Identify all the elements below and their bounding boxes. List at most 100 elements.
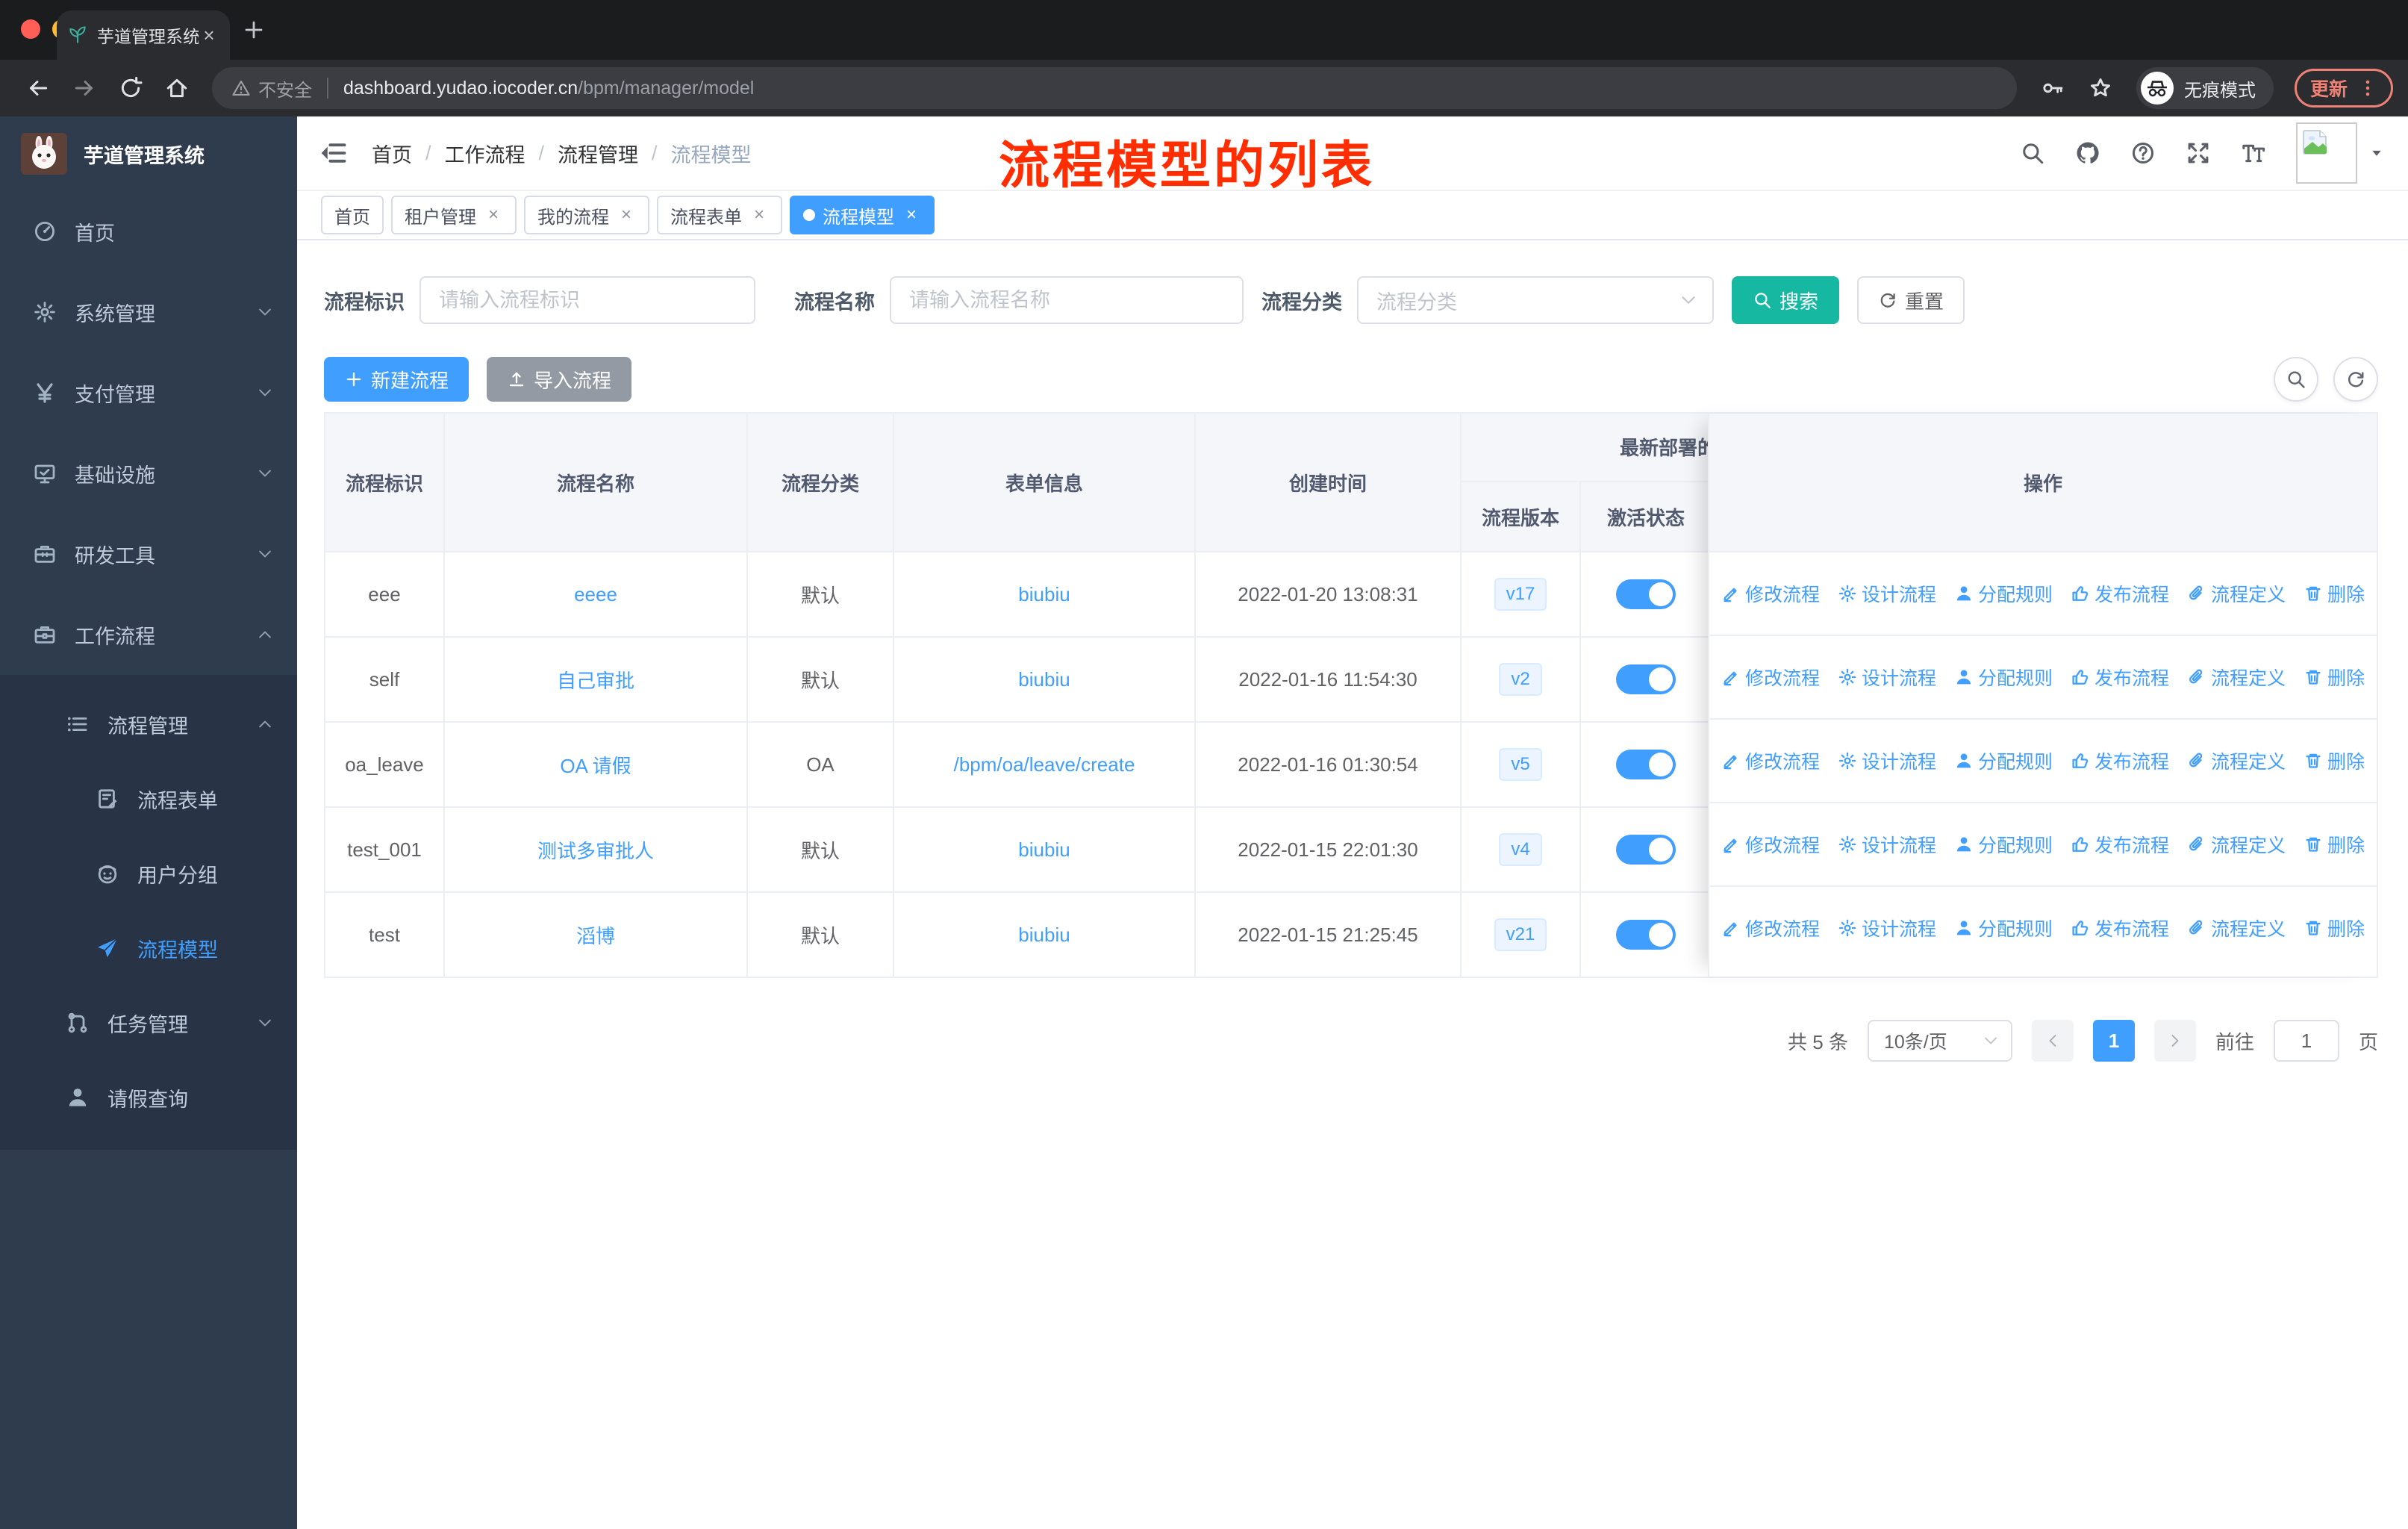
header-search-button[interactable] [2020, 140, 2045, 166]
tag-close-icon[interactable]: × [902, 205, 921, 225]
model-name-link[interactable]: eeee [574, 583, 617, 606]
goto-page-input[interactable] [2273, 1020, 2339, 1062]
search-button[interactable]: 搜索 [1732, 276, 1839, 324]
prev-page-button[interactable] [2031, 1020, 2074, 1062]
form-link[interactable]: biubiu [1018, 924, 1070, 947]
sidebar-item-首页[interactable]: 首页 [0, 191, 297, 272]
tag-close-icon[interactable]: × [484, 205, 503, 225]
sidebar-item-系统管理[interactable]: 系统管理 [0, 272, 297, 352]
model-name-link[interactable]: 测试多审批人 [537, 836, 654, 864]
version-badge[interactable]: v21 [1494, 918, 1547, 951]
active-toggle[interactable] [1616, 750, 1676, 779]
version-badge[interactable]: v5 [1499, 748, 1542, 781]
tag-close-icon[interactable]: × [749, 205, 769, 225]
breadcrumb-item[interactable]: 流程管理 [558, 139, 638, 168]
sidebar-item-基础设施[interactable]: 基础设施 [0, 433, 297, 514]
version-badge[interactable]: v17 [1494, 578, 1547, 611]
form-link[interactable]: biubiu [1018, 838, 1070, 862]
sidebar-item-任务管理[interactable]: 任务管理 [0, 985, 297, 1060]
browser-tab[interactable]: 芋道管理系统 × [57, 10, 230, 60]
collapse-sidebar-button[interactable] [321, 140, 348, 166]
op-修改流程[interactable]: 修改流程 [1721, 831, 1820, 858]
reset-button[interactable]: 重置 [1857, 276, 1965, 324]
form-link[interactable]: biubiu [1018, 668, 1070, 691]
op-分配规则[interactable]: 分配规则 [1954, 831, 2053, 858]
fullscreen-button[interactable] [2186, 140, 2211, 166]
browser-menu-button[interactable] [2358, 78, 2377, 98]
op-删除[interactable]: 删除 [2303, 831, 2365, 858]
op-修改流程[interactable]: 修改流程 [1721, 580, 1820, 607]
close-window-button[interactable] [21, 19, 40, 39]
form-link[interactable]: /bpm/oa/leave/create [954, 753, 1135, 776]
tag-流程模型[interactable]: 流程模型 × [790, 196, 935, 234]
op-流程定义[interactable]: 流程定义 [2187, 580, 2286, 607]
op-流程定义[interactable]: 流程定义 [2187, 747, 2286, 774]
import-model-button[interactable]: 导入流程 [487, 357, 631, 402]
tag-首页[interactable]: 首页 [321, 196, 384, 234]
font-size-button[interactable] [2241, 140, 2266, 166]
op-设计流程[interactable]: 设计流程 [1838, 580, 1936, 607]
op-分配规则[interactable]: 分配规则 [1954, 915, 2053, 941]
bookmark-button[interactable] [2089, 76, 2112, 100]
op-修改流程[interactable]: 修改流程 [1721, 915, 1820, 941]
op-设计流程[interactable]: 设计流程 [1838, 915, 1936, 941]
tag-close-icon[interactable]: × [617, 205, 636, 225]
breadcrumb-item[interactable]: 工作流程 [445, 139, 525, 168]
address-bar[interactable]: 不安全 dashboard.yudao.iocoder.cn /bpm/mana… [212, 67, 2017, 109]
sidebar-item-流程表单[interactable]: 流程表单 [0, 762, 297, 836]
op-流程定义[interactable]: 流程定义 [2187, 915, 2286, 941]
user-menu-caret-icon[interactable] [2369, 146, 2384, 161]
version-badge[interactable]: v2 [1499, 663, 1542, 696]
reload-button[interactable] [118, 75, 143, 101]
op-分配规则[interactable]: 分配规则 [1954, 664, 2053, 691]
active-toggle[interactable] [1616, 664, 1676, 694]
new-tab-button[interactable] [242, 18, 266, 42]
back-button[interactable] [25, 75, 51, 101]
op-设计流程[interactable]: 设计流程 [1838, 831, 1936, 858]
page-size-select[interactable]: 10条/页 [1867, 1020, 2012, 1062]
forward-button[interactable] [72, 75, 97, 101]
github-button[interactable] [2075, 140, 2100, 166]
op-发布流程[interactable]: 发布流程 [2071, 831, 2169, 858]
version-badge[interactable]: v4 [1499, 833, 1542, 866]
show-search-button[interactable] [2274, 357, 2318, 402]
filter-category-select[interactable]: 流程分类 [1357, 276, 1714, 324]
sidebar-item-流程管理[interactable]: 流程管理 [0, 687, 297, 762]
tag-我的流程[interactable]: 我的流程 × [524, 196, 649, 234]
sidebar-item-支付管理[interactable]: 支付管理 [0, 352, 297, 433]
tag-流程表单[interactable]: 流程表单 × [657, 196, 782, 234]
tab-close-icon[interactable]: × [199, 24, 219, 47]
op-发布流程[interactable]: 发布流程 [2071, 580, 2169, 607]
op-设计流程[interactable]: 设计流程 [1838, 747, 1936, 774]
home-button[interactable] [164, 75, 190, 101]
op-修改流程[interactable]: 修改流程 [1721, 747, 1820, 774]
filter-name-input[interactable] [890, 276, 1244, 324]
help-button[interactable] [2130, 140, 2156, 166]
filter-key-input[interactable] [419, 276, 755, 324]
op-发布流程[interactable]: 发布流程 [2071, 664, 2169, 691]
avatar[interactable] [2296, 122, 2357, 184]
op-删除[interactable]: 删除 [2303, 915, 2365, 941]
sidebar-item-工作流程[interactable]: 工作流程 [0, 594, 297, 675]
model-name-link[interactable]: 自己审批 [557, 666, 634, 694]
op-修改流程[interactable]: 修改流程 [1721, 664, 1820, 691]
sidebar-item-用户分组[interactable]: 用户分组 [0, 836, 297, 911]
sidebar-item-流程模型[interactable]: 流程模型 [0, 911, 297, 985]
active-toggle[interactable] [1616, 920, 1676, 950]
breadcrumb-item[interactable]: 首页 [372, 139, 412, 168]
op-发布流程[interactable]: 发布流程 [2071, 915, 2169, 941]
op-流程定义[interactable]: 流程定义 [2187, 831, 2286, 858]
sidebar-item-研发工具[interactable]: 研发工具 [0, 514, 297, 594]
op-分配规则[interactable]: 分配规则 [1954, 580, 2053, 607]
op-分配规则[interactable]: 分配规则 [1954, 747, 2053, 774]
next-page-button[interactable] [2153, 1020, 2196, 1062]
op-删除[interactable]: 删除 [2303, 747, 2365, 774]
model-name-link[interactable]: OA 请假 [560, 751, 631, 779]
refresh-table-button[interactable] [2333, 357, 2378, 402]
form-link[interactable]: biubiu [1018, 583, 1070, 606]
create-model-button[interactable]: 新建流程 [324, 357, 469, 402]
op-设计流程[interactable]: 设计流程 [1838, 664, 1936, 691]
app-logo[interactable]: 芋道管理系统 [0, 116, 297, 191]
op-删除[interactable]: 删除 [2303, 580, 2365, 607]
current-page-button[interactable]: 1 [2092, 1020, 2135, 1062]
